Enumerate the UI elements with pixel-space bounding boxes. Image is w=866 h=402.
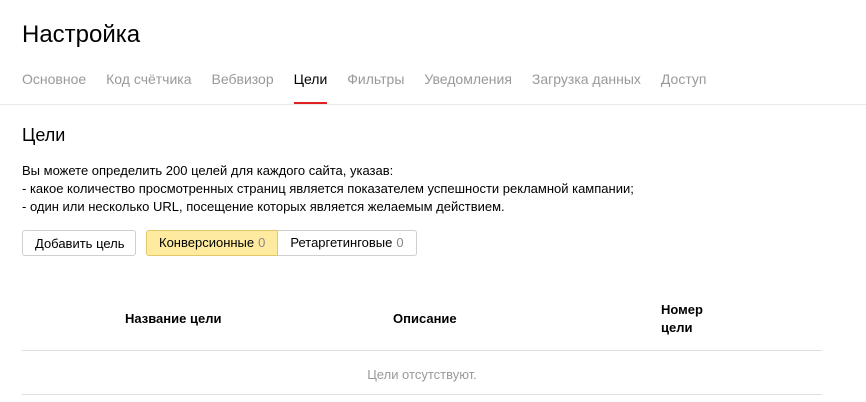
tab-main[interactable]: Основное bbox=[22, 70, 86, 105]
table-header-divider bbox=[22, 350, 822, 351]
goal-type-switch: Конверсионные 0 Ретаргетинговые 0 bbox=[146, 230, 417, 256]
goal-type-conversion-button[interactable]: Конверсионные 0 bbox=[146, 230, 279, 256]
goal-type-label: Ретаргетинговые bbox=[290, 235, 393, 250]
tab-counter-code[interactable]: Код счётчика bbox=[106, 70, 191, 105]
goal-type-retargeting-button[interactable]: Ретаргетинговые 0 bbox=[278, 230, 417, 256]
goal-type-label: Конверсионные bbox=[159, 235, 255, 250]
tabs-divider bbox=[0, 104, 866, 105]
description-line: - какое количество просмотренных страниц… bbox=[22, 181, 634, 196]
description-line: - один или несколько URL, посещение кото… bbox=[22, 199, 505, 214]
tab-data-upload[interactable]: Загрузка данных bbox=[532, 70, 641, 105]
tab-filters[interactable]: Фильтры bbox=[347, 70, 404, 105]
section-title: Цели bbox=[22, 125, 66, 145]
table-bottom-divider bbox=[22, 394, 822, 395]
tab-webvisor[interactable]: Вебвизор bbox=[212, 70, 274, 105]
page-title: Настройка bbox=[22, 21, 141, 48]
tab-notifications[interactable]: Уведомления bbox=[424, 70, 512, 105]
goal-type-count: 0 bbox=[396, 235, 404, 250]
empty-state-text: Цели отсутствуют. bbox=[367, 367, 477, 382]
column-header-goal-number[interactable]: Номер цели bbox=[661, 301, 721, 337]
goals-description: Вы можете определить 200 целей для каждо… bbox=[22, 162, 634, 216]
goal-type-count: 0 bbox=[258, 235, 266, 250]
settings-tabs: Основное Код счётчика Вебвизор Цели Филь… bbox=[22, 70, 727, 106]
tab-goals[interactable]: Цели bbox=[293, 70, 327, 105]
column-header-description[interactable]: Описание bbox=[393, 310, 457, 328]
tab-access[interactable]: Доступ bbox=[661, 70, 707, 105]
description-line: Вы можете определить 200 целей для каждо… bbox=[22, 163, 394, 178]
settings-page: Настройка Основное Код счётчика Вебвизор… bbox=[0, 0, 866, 402]
column-header-goal-name[interactable]: Название цели bbox=[125, 310, 221, 328]
add-goal-button[interactable]: Добавить цель bbox=[22, 230, 136, 256]
